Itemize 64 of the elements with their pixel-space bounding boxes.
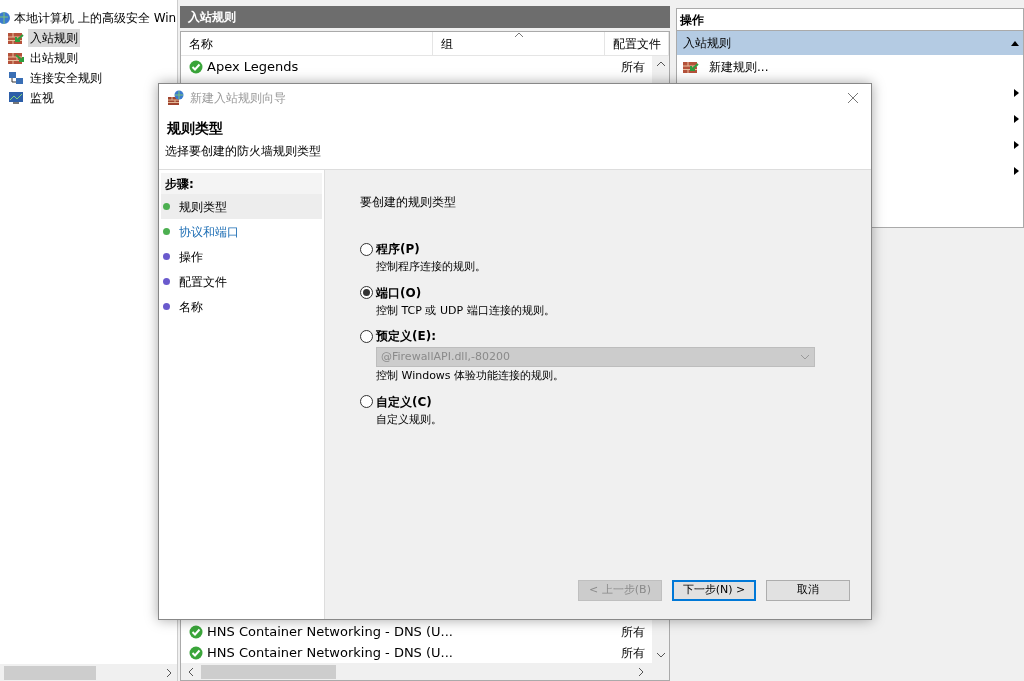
collapse-icon [1011, 40, 1019, 46]
radio-button[interactable] [360, 395, 373, 408]
action-item[interactable]: 新建规则... [709, 58, 769, 76]
radio-button[interactable] [360, 242, 373, 256]
brick-wall-arrow-icon [8, 51, 24, 65]
check-icon [189, 59, 203, 74]
close-button[interactable] [845, 90, 861, 106]
submenu-arrow-icon [1014, 89, 1019, 97]
prompt-text: 要创建的规则类型 [360, 194, 457, 211]
scroll-left-icon [187, 666, 195, 677]
column-header[interactable]: 名称 [181, 32, 433, 55]
radio-button[interactable] [360, 286, 373, 299]
rule-name: Apex Legends [207, 57, 300, 76]
tree-root-label: 本地计算机 上的高级安全 Win [14, 10, 177, 27]
tree-item[interactable]: 连接安全规则 [28, 69, 104, 87]
option-description: 控制 TCP 或 UDP 端口连接的规则。 [376, 302, 556, 319]
tree-item[interactable]: 监视 [28, 89, 56, 107]
column-header[interactable]: 组 [433, 32, 605, 55]
step-item[interactable]: 名称 [179, 297, 203, 316]
column-header[interactable]: 配置文件 [605, 32, 669, 55]
rule-profile: 所有 [621, 644, 645, 662]
option-description: 控制 Windows 体验功能连接的规则。 [376, 368, 566, 384]
option-label: 端口(O) [376, 284, 422, 302]
brick-wall-arrow-icon [8, 31, 24, 45]
section-header[interactable]: 入站规则 [677, 31, 1023, 55]
option-label: 自定义(C) [376, 393, 432, 411]
rule-profile: 所有 [621, 58, 645, 76]
brick-wall-arrow-icon [683, 60, 699, 74]
submenu-arrow-icon [1014, 167, 1019, 175]
option-description: 控制程序连接的规则。 [376, 259, 487, 275]
option-label: 预定义(E): [376, 328, 436, 345]
dialog-button[interactable]: 下一步(N) > [672, 580, 756, 601]
scroll-right-icon [637, 666, 645, 677]
scroll-right-icon [165, 667, 173, 678]
scroll-up-icon [655, 60, 666, 68]
rule-profile: 所有 [621, 623, 645, 641]
globe-icon [0, 11, 12, 25]
chevron-down-icon [800, 354, 810, 360]
scroll-down-icon [655, 651, 666, 659]
radio-button[interactable] [360, 329, 373, 343]
panel-title: 入站规则 [188, 9, 236, 26]
dialog-subheading: 选择要创建的防火墙规则类型 [165, 143, 322, 160]
tree-item[interactable]: 入站规则 [28, 29, 80, 47]
steps-label: 步骤: [161, 173, 322, 194]
dialog-heading: 规则类型 [167, 119, 224, 138]
submenu-arrow-icon [1014, 141, 1019, 149]
firewall-globe-icon [168, 90, 184, 106]
close-icon [847, 92, 859, 104]
step-item[interactable]: 配置文件 [179, 272, 227, 291]
dialog-title: 新建入站规则向导 [190, 90, 286, 107]
computers-icon [8, 71, 24, 85]
tree-item[interactable]: 出站规则 [28, 49, 80, 67]
step-item[interactable]: 操作 [179, 247, 203, 266]
submenu-arrow-icon [1014, 115, 1019, 123]
sort-icon [514, 32, 524, 38]
step-item[interactable]: 协议和端口 [179, 222, 239, 241]
dialog-button[interactable]: 取消 [766, 580, 850, 601]
monitor-icon [8, 91, 24, 105]
check-icon [189, 645, 203, 660]
rule-name: HNS Container Networking - DNS (U... [207, 622, 454, 641]
option-description: 自定义规则。 [376, 411, 443, 428]
check-icon [189, 624, 203, 639]
option-label: 程序(P) [376, 241, 420, 258]
rule-name: HNS Container Networking - DNS (U... [207, 643, 454, 662]
